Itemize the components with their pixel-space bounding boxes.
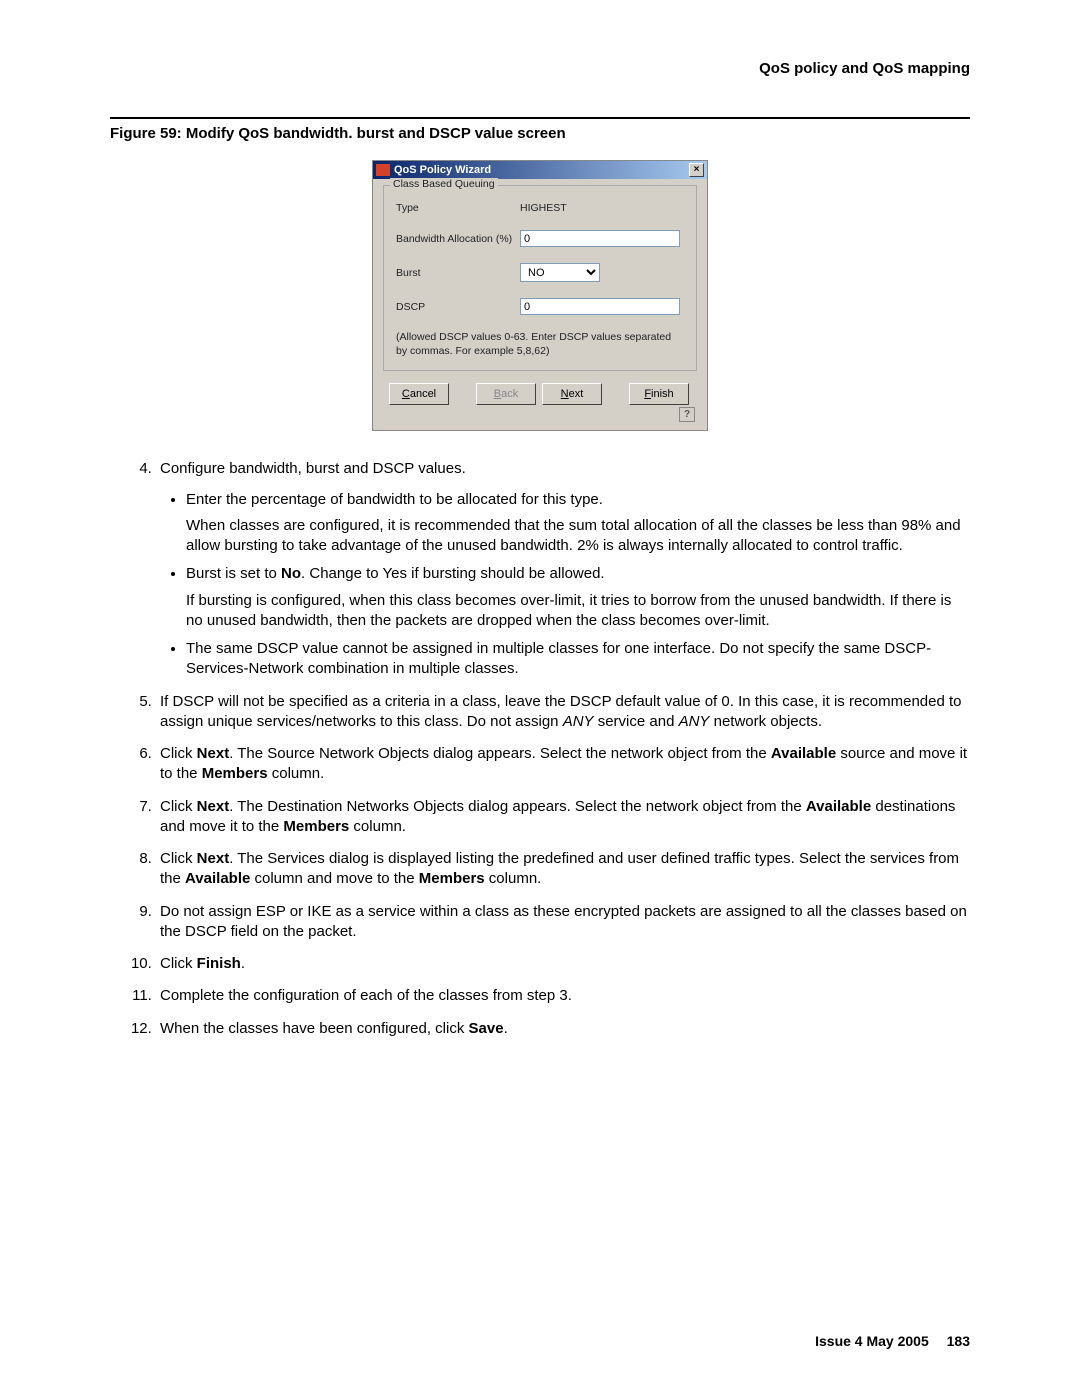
help-icon[interactable]: ? <box>679 407 695 422</box>
app-icon <box>376 164 390 176</box>
finish-button[interactable]: Finish <box>629 383 689 405</box>
bandwidth-label: Bandwidth Allocation (%) <box>396 233 520 245</box>
step-8: Click Next. The Services dialog is displ… <box>156 849 970 890</box>
burst-label: Burst <box>396 267 520 279</box>
back-button: Back <box>476 383 536 405</box>
horizontal-rule <box>110 117 970 119</box>
fieldset-legend: Class Based Queuing <box>390 178 498 190</box>
bandwidth-input[interactable] <box>520 230 680 247</box>
dscp-input[interactable] <box>520 298 680 315</box>
step-10: Click Finish. <box>156 954 970 974</box>
footer-issue: Issue 4 May 2005 <box>815 1333 929 1349</box>
step-4-bullet-3: The same DSCP value cannot be assigned i… <box>186 639 970 680</box>
step-4-bullet-2: Burst is set to No. Change to Yes if bur… <box>186 564 970 631</box>
page-footer: Issue 4 May 2005 183 <box>815 1333 970 1349</box>
step-6: Click Next. The Source Network Objects d… <box>156 744 970 785</box>
type-value: HIGHEST <box>520 202 567 214</box>
qos-policy-wizard-dialog: QoS Policy Wizard × Class Based Queuing … <box>372 160 708 431</box>
next-button[interactable]: Next <box>542 383 602 405</box>
step-4-bullet-1: Enter the percentage of bandwidth to be … <box>186 490 970 557</box>
section-header: QoS policy and QoS mapping <box>110 60 970 77</box>
dscp-hint: (Allowed DSCP values 0-63. Enter DSCP va… <box>396 331 684 358</box>
cancel-button[interactable]: Cancel <box>389 383 449 405</box>
dscp-label: DSCP <box>396 301 520 313</box>
instructions: Configure bandwidth, burst and DSCP valu… <box>110 459 970 1039</box>
burst-select[interactable]: NO <box>520 263 600 282</box>
step-4: Configure bandwidth, burst and DSCP valu… <box>156 459 970 679</box>
class-based-queuing-fieldset: Class Based Queuing Type HIGHEST Bandwid… <box>383 185 697 371</box>
step-9: Do not assign ESP or IKE as a service wi… <box>156 902 970 943</box>
step-5: If DSCP will not be specified as a crite… <box>156 692 970 733</box>
footer-page-number: 183 <box>947 1333 970 1349</box>
step-7: Click Next. The Destination Networks Obj… <box>156 797 970 838</box>
dialog-titlebar: QoS Policy Wizard × <box>373 161 707 179</box>
figure-caption: Figure 59: Modify QoS bandwidth. burst a… <box>110 125 970 142</box>
step-12: When the classes have been configured, c… <box>156 1019 970 1039</box>
type-label: Type <box>396 202 520 214</box>
step-11: Complete the configuration of each of th… <box>156 986 970 1006</box>
close-icon[interactable]: × <box>689 163 704 177</box>
dialog-title: QoS Policy Wizard <box>394 164 491 176</box>
